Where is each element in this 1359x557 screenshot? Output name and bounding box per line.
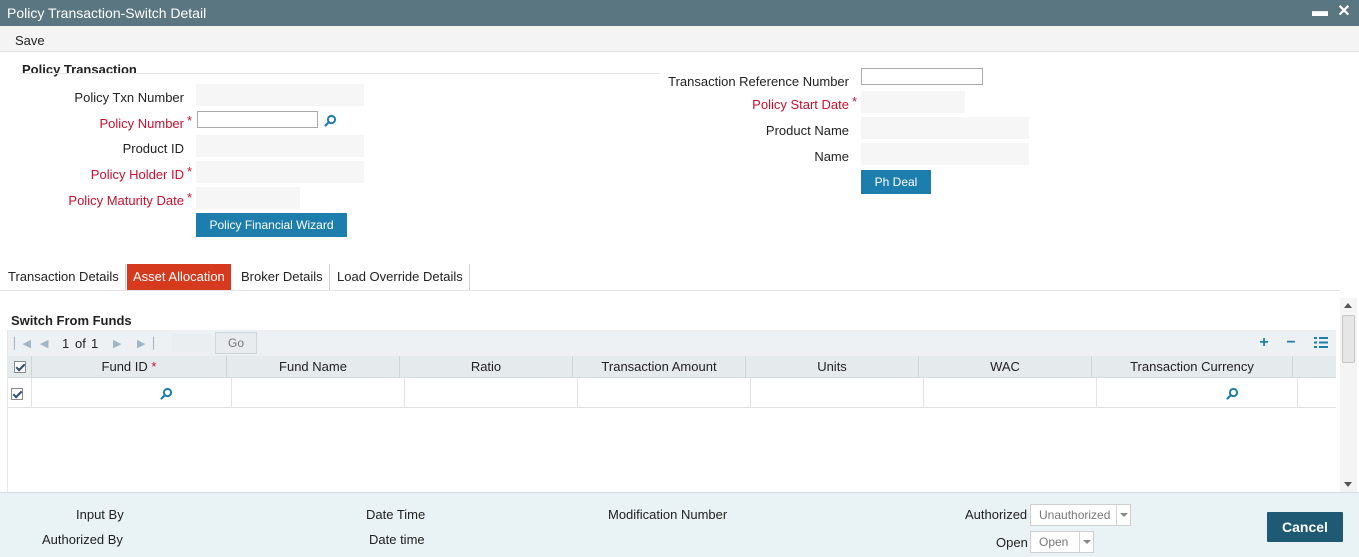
chevron-down-icon — [1079, 532, 1093, 552]
list-view-icon[interactable] — [1314, 336, 1328, 349]
tab-divider — [0, 290, 1340, 291]
tab-load-override-details[interactable]: Load Override Details — [331, 264, 470, 290]
product-id-field — [196, 135, 364, 157]
tab-asset-allocation[interactable]: Asset Allocation — [127, 264, 231, 290]
switch-from-funds-grid: ▏◀ ◀ 1 of 1 ▶ ▶▕ Go + − Fund ID * Fund N… — [7, 330, 1336, 492]
minimize-icon[interactable]: ▬ — [1310, 2, 1330, 22]
add-row-icon[interactable]: + — [1256, 334, 1272, 352]
column-header-fund-id: Fund ID * — [32, 356, 227, 378]
ph-deal-button[interactable]: Ph Deal — [861, 170, 931, 194]
required-marker: * — [852, 94, 858, 109]
policy-maturity-date-field — [196, 187, 300, 209]
section-title-policy-transaction: Policy Transaction — [22, 62, 137, 77]
policy-holder-id-field — [196, 161, 364, 183]
authorized-select[interactable]: Unauthorized — [1030, 504, 1131, 526]
page-number-input[interactable] — [172, 334, 212, 352]
policy-start-date-label: Policy Start Date — [752, 97, 849, 112]
search-icon[interactable] — [324, 114, 337, 127]
grid-header: Fund ID * Fund Name Ratio Transaction Am… — [8, 356, 1336, 378]
current-page: 1 — [62, 336, 70, 351]
row-select-cell — [8, 378, 32, 408]
search-icon[interactable] — [1226, 387, 1239, 400]
toolbar: Save — [0, 26, 1359, 52]
column-header-fund-name: Fund Name — [227, 356, 400, 378]
column-header-ratio: Ratio — [400, 356, 573, 378]
ratio-cell[interactable] — [405, 378, 578, 408]
page-of-label: of — [75, 336, 86, 351]
open-select[interactable]: Open — [1030, 531, 1094, 553]
input-by-label: Input By — [76, 507, 124, 522]
modification-number-label: Modification Number — [608, 507, 728, 522]
required-marker: * — [187, 113, 193, 128]
required-marker: * — [187, 190, 193, 205]
tab-broker-details[interactable]: Broker Details — [235, 264, 330, 290]
fund-id-cell[interactable] — [32, 378, 232, 408]
open-label: Open — [996, 535, 1028, 550]
required-marker: * — [187, 164, 193, 179]
go-button[interactable]: Go — [215, 332, 257, 354]
next-page-icon[interactable]: ▶ — [113, 337, 121, 350]
last-page-icon[interactable]: ▶▕ — [137, 337, 154, 350]
delete-row-icon[interactable]: − — [1283, 334, 1299, 352]
policy-number-input[interactable] — [197, 111, 318, 128]
window-title: Policy Transaction-Switch Detail — [7, 5, 207, 21]
cancel-button[interactable]: Cancel — [1267, 512, 1343, 542]
units-cell[interactable] — [751, 378, 924, 408]
transaction-reference-number-label: Transaction Reference Number — [668, 74, 849, 89]
column-header-wac: WAC — [919, 356, 1092, 378]
name-field — [861, 143, 1029, 165]
policy-start-date-field — [861, 91, 965, 113]
scroll-up-icon[interactable] — [1344, 303, 1352, 308]
product-id-label: Product ID — [122, 141, 184, 156]
previous-page-icon[interactable]: ◀ — [40, 337, 48, 350]
column-header-transaction-currency: Transaction Currency — [1092, 356, 1293, 378]
date-time-label: Date Time — [366, 507, 426, 522]
table-row — [8, 378, 1336, 408]
policy-number-label: Policy Number — [99, 116, 184, 131]
scrollbar-thumb[interactable] — [1342, 315, 1355, 363]
grid-toolbar: ▏◀ ◀ 1 of 1 ▶ ▶▕ Go + − — [8, 330, 1336, 356]
vertical-scrollbar[interactable] — [1340, 298, 1357, 492]
fund-name-cell[interactable] — [232, 378, 405, 408]
transaction-reference-number-input[interactable] — [861, 68, 983, 85]
policy-maturity-date-label: Policy Maturity Date — [68, 193, 184, 208]
save-button[interactable]: Save — [15, 33, 45, 48]
product-name-field — [861, 117, 1029, 139]
required-marker: * — [151, 359, 157, 374]
policy-financial-wizard-button[interactable]: Policy Financial Wizard — [196, 213, 347, 237]
close-icon[interactable]: ✕ — [1334, 2, 1354, 22]
tab-transaction-details[interactable]: Transaction Details — [2, 264, 126, 290]
column-header-units: Units — [746, 356, 919, 378]
product-name-label: Product Name — [765, 123, 849, 138]
chevron-down-icon — [1116, 505, 1130, 525]
transaction-currency-cell[interactable] — [1097, 378, 1298, 408]
scroll-down-icon[interactable] — [1344, 482, 1352, 487]
policy-holder-id-label: Policy Holder ID — [90, 167, 184, 182]
search-icon[interactable] — [160, 387, 173, 400]
authorized-by-label: Authorized By — [42, 532, 123, 547]
policy-txn-number-field — [196, 84, 364, 106]
name-label: Name — [814, 149, 849, 164]
window-titlebar: Policy Transaction-Switch Detail ▬ ✕ — [0, 0, 1359, 26]
wac-cell[interactable] — [924, 378, 1097, 408]
policy-txn-number-label: Policy Txn Number — [74, 90, 184, 105]
transaction-amount-cell[interactable] — [578, 378, 751, 408]
column-header-transaction-amount: Transaction Amount — [573, 356, 746, 378]
select-all-checkbox[interactable] — [14, 361, 26, 373]
footer-audit-bar: Input By Authorized By Date Time Date ti… — [0, 492, 1359, 557]
row-checkbox[interactable] — [11, 388, 23, 400]
header-select-cell — [8, 356, 32, 378]
first-page-icon[interactable]: ▏◀ — [14, 337, 31, 350]
authorized-label: Authorized — [965, 507, 1028, 522]
section-divider — [20, 73, 660, 74]
section-title-switch-from-funds: Switch From Funds — [11, 313, 132, 328]
total-pages: 1 — [91, 336, 99, 351]
date-time-label-2: Date time — [369, 532, 425, 547]
